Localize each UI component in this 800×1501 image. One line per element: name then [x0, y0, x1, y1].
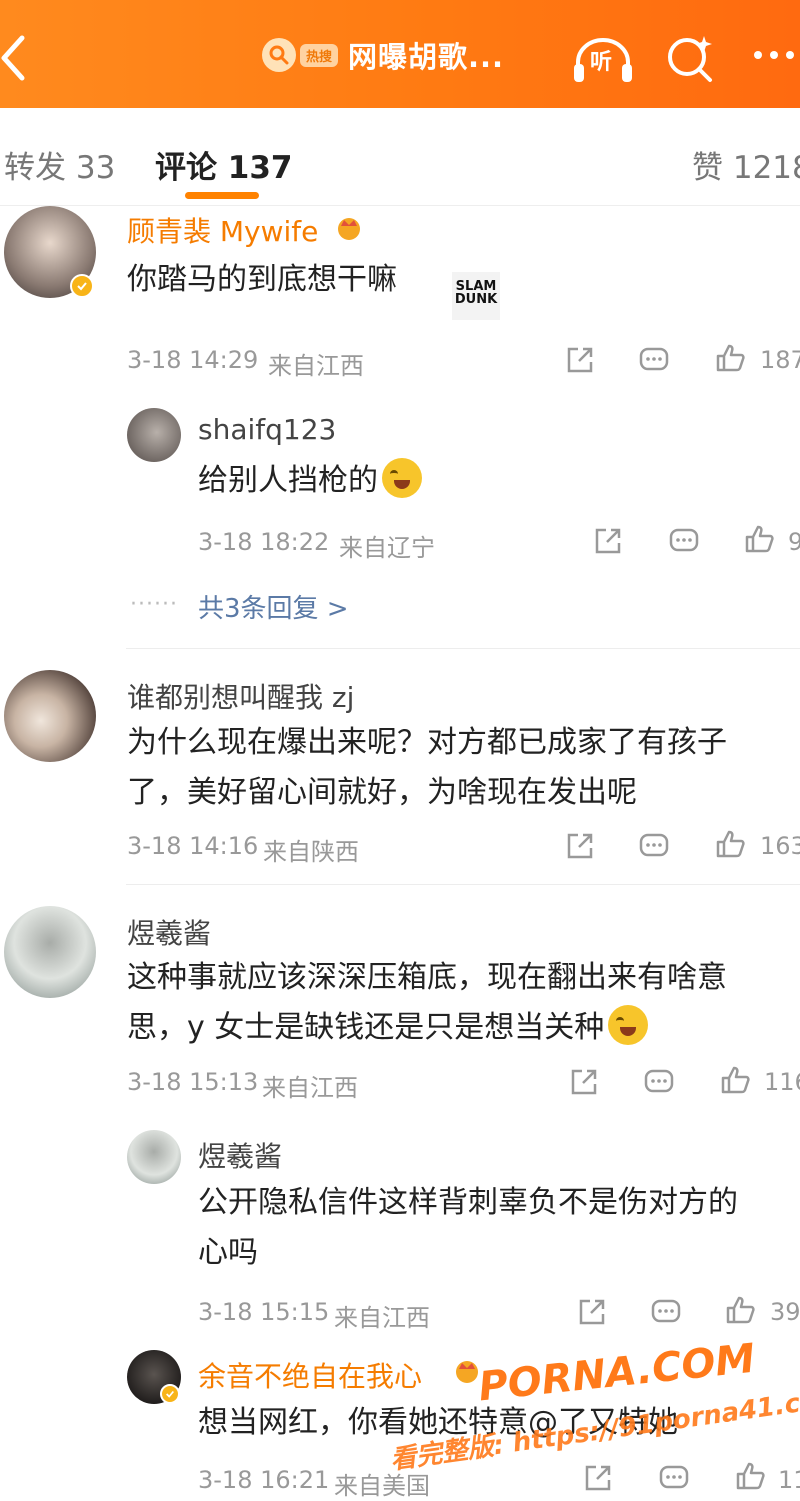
back-arrow-icon[interactable]: [0, 30, 40, 86]
comment-text: 这种事就应该深深压箱底，现在翻出来有啥意 思，y 女士是缺钱还是只是想当关种: [127, 960, 727, 1045]
comment-location: 来自江西: [268, 352, 364, 380]
comment-icon[interactable]: [650, 1296, 682, 1328]
comment-username[interactable]: 煜羲酱: [127, 912, 211, 952]
ai-search-icon[interactable]: [664, 32, 716, 84]
reply-time: 3-18 18:22: [198, 528, 330, 556]
reply-text: 公开隐私信件这样背刺辜负不是伤对方的 心吗: [198, 1185, 738, 1270]
verified-badge-icon: [70, 274, 94, 298]
laugh-cry-emoji-icon: [608, 1005, 649, 1045]
top-bar: 热搜 网曝胡歌... 听: [0, 0, 800, 108]
more-replies-link[interactable]: 共3条回复 >: [198, 588, 349, 625]
like-count: 163: [760, 832, 800, 860]
tab-reposts[interactable]: 转发 33: [4, 142, 115, 187]
reply-location: 来自江西: [334, 1304, 430, 1332]
tab-bar: 转发 33 评论 137 赞 1218: [0, 108, 800, 206]
reply-username[interactable]: 煜羲酱: [198, 1135, 282, 1175]
share-icon[interactable]: [568, 1066, 600, 1098]
share-icon[interactable]: [592, 525, 624, 557]
like-icon[interactable]: [714, 342, 746, 374]
like-count: 116: [764, 1068, 800, 1096]
reply-username[interactable]: shaifq123: [198, 413, 336, 446]
comment-username[interactable]: 谁都别想叫醒我 zj: [127, 676, 354, 716]
reply-dots: ······: [130, 592, 178, 617]
divider: [126, 884, 800, 885]
share-icon[interactable]: [564, 830, 596, 862]
comment-icon[interactable]: [638, 830, 670, 862]
like-count: 9: [788, 528, 800, 556]
comment-username[interactable]: 顾青裴 Mywife: [127, 210, 318, 250]
reply-avatar[interactable]: [127, 1130, 181, 1184]
like-count: 11: [778, 1466, 800, 1494]
comment-time: 3-18 14:29: [127, 346, 259, 374]
comment-time: 3-18 15:13: [127, 1068, 259, 1096]
reply-time: 3-18 15:15: [198, 1298, 330, 1326]
share-icon[interactable]: [564, 344, 596, 376]
listen-label: 听: [590, 50, 613, 75]
comment-text: 为什么现在爆出来呢？对方都已成家了有孩子 了，美好留心间就好，为啥现在发出呢: [127, 725, 727, 810]
like-icon[interactable]: [743, 523, 775, 555]
laugh-cry-emoji-icon: [382, 458, 422, 498]
avatar[interactable]: [4, 906, 96, 998]
hot-search-text: 网曝胡歌...: [348, 40, 505, 74]
reply-time: 3-18 16:21: [198, 1466, 330, 1494]
reply-avatar[interactable]: [127, 408, 181, 462]
tab-comments[interactable]: 评论 137: [155, 142, 293, 187]
more-options-icon[interactable]: [748, 40, 800, 70]
like-icon[interactable]: [724, 1294, 756, 1326]
hot-search-badge: 热搜: [300, 43, 339, 67]
like-count: 187: [760, 346, 800, 374]
avatar[interactable]: [4, 670, 96, 762]
reply-username[interactable]: 余音不绝自在我心: [198, 1355, 422, 1395]
crown-icon: [338, 218, 360, 240]
share-icon[interactable]: [576, 1296, 608, 1328]
like-icon[interactable]: [734, 1460, 766, 1492]
comment-icon[interactable]: [643, 1066, 675, 1098]
slam-dunk-sticker: SLAM DUNK: [452, 272, 500, 320]
search-icon: [262, 38, 296, 72]
like-icon[interactable]: [714, 828, 746, 860]
reply-text: 给别人挡枪的: [198, 456, 498, 506]
tab-likes[interactable]: 赞 1218: [692, 142, 800, 187]
comment-time: 3-18 14:16: [127, 832, 259, 860]
share-icon[interactable]: [582, 1462, 614, 1494]
comment-icon[interactable]: [668, 525, 700, 557]
comment-icon[interactable]: [638, 344, 670, 376]
hot-search-box[interactable]: 热搜 网曝胡歌...: [262, 30, 542, 80]
comment-location: 来自陕西: [263, 838, 359, 866]
comment-location: 来自江西: [262, 1074, 358, 1102]
active-tab-indicator: [185, 192, 259, 199]
reply-location: 来自辽宁: [339, 534, 435, 562]
divider: [126, 648, 800, 649]
comment-text: 你踏马的到底想干嘛: [127, 262, 397, 297]
like-icon[interactable]: [719, 1064, 751, 1096]
comment-icon[interactable]: [658, 1462, 690, 1494]
verified-badge-icon: [160, 1384, 180, 1404]
like-count: 39: [770, 1298, 800, 1326]
